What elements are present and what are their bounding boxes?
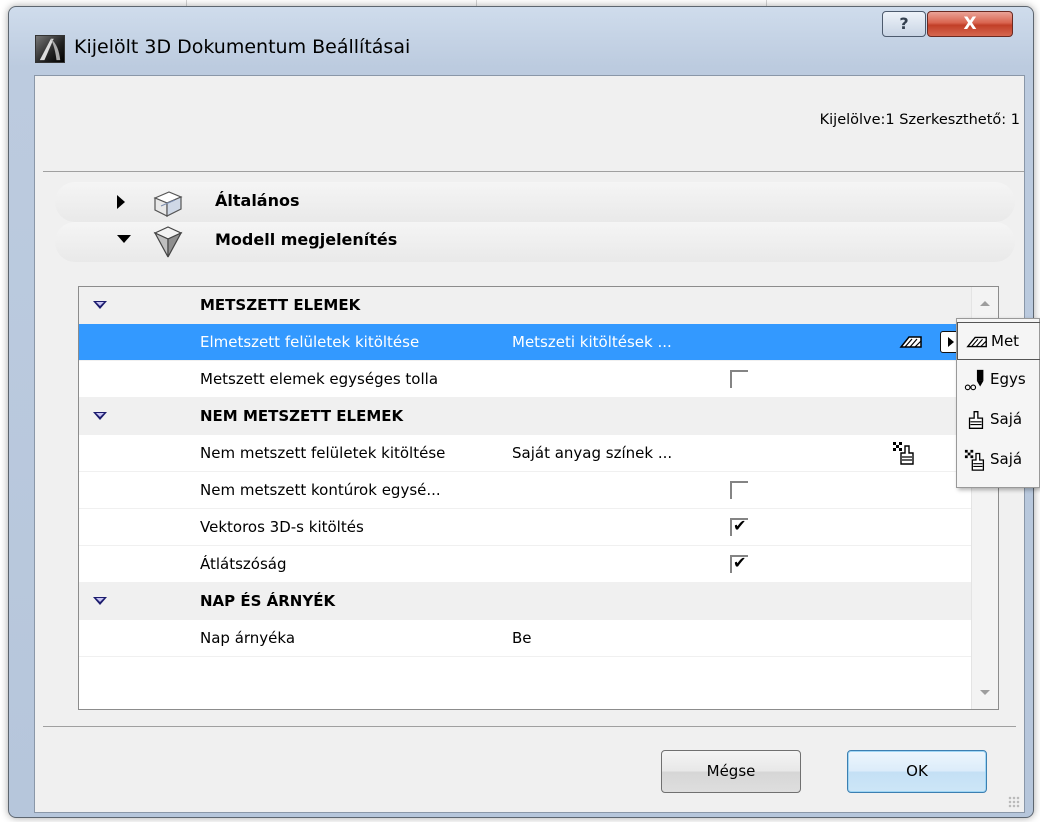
group-collapse-icon[interactable] [93, 301, 107, 309]
own-material-icon [963, 408, 989, 432]
section-general[interactable]: Általános [55, 182, 1015, 222]
archicad-app-icon [35, 35, 65, 63]
cancel-button[interactable]: Mégse [661, 750, 801, 793]
table-row[interactable]: Átlátszóság ✔ [79, 546, 972, 583]
resize-grip-icon[interactable] [1008, 796, 1020, 808]
selection-count-label: Kijelölve:1 Szerkeszthető: 1 [819, 112, 1020, 128]
close-button[interactable]: X [927, 11, 1013, 37]
bottom-separator [43, 726, 1016, 727]
property-name: Nem metszett felületek kitöltése [200, 444, 446, 462]
group-row-uncut-elements[interactable]: NEM METSZETT ELEMEK [79, 398, 972, 435]
settings-table[interactable]: METSZETT ELEMEK Elmetszett felületek kit… [78, 286, 999, 710]
ok-button[interactable]: OK [847, 750, 987, 793]
popup-item-label: Met [991, 332, 1020, 350]
popup-item-own-material[interactable]: Sajá [957, 401, 1040, 439]
group-label: METSZETT ELEMEK [200, 296, 361, 314]
property-name: Metszett elemek egységes tolla [200, 370, 439, 388]
own-material-shaded-icon [963, 448, 989, 472]
group-label: NAP ÉS ÁRNYÉK [200, 592, 336, 610]
table-row[interactable]: Metszett elemek egységes tolla [79, 361, 972, 398]
dialog-content: Kijelölve:1 Szerkeszthető: 1 Általános M… [34, 75, 1025, 813]
section-model-display[interactable]: Modell megjelenítés [55, 222, 1015, 262]
group-row-cut-elements[interactable]: METSZETT ELEMEK [79, 287, 972, 324]
popup-item-label: Sajá [990, 450, 1023, 468]
transparency-checkbox[interactable]: ✔ [730, 553, 748, 573]
model-display-icon [151, 224, 185, 258]
window-title: Kijelölt 3D Dokumentum Beállításai [74, 36, 411, 58]
property-name: Vektoros 3D-s kitöltés [200, 518, 364, 536]
property-name: Nap árnyéka [200, 629, 296, 647]
cut-fill-icon [964, 330, 990, 354]
popup-item-label: Sajá [990, 410, 1023, 428]
own-material-shaded-icon [891, 440, 919, 466]
section-model-display-label: Modell megjelenítés [215, 230, 398, 249]
group-collapse-icon[interactable] [93, 597, 107, 605]
dialog-window: Kijelölt 3D Dokumentum Beállításai ? X K… [8, 6, 1034, 818]
uniform-pen-checkbox[interactable] [730, 370, 748, 388]
vector-3d-fill-checkbox[interactable]: ✔ [730, 516, 748, 536]
table-row[interactable]: Nap árnyéka Be [79, 620, 972, 657]
property-name: Nem metszett kontúrok egysé... [200, 481, 441, 499]
group-collapse-icon[interactable] [93, 412, 107, 420]
fill-mode-popup-menu: Met Egys Sajá Sajá [956, 318, 1040, 488]
uniform-pen-icon [963, 368, 989, 392]
property-value[interactable]: Saját anyag színek ... [512, 444, 672, 462]
checkmark-icon: ✔ [733, 553, 747, 572]
popup-item-own-material-shaded[interactable]: Sajá [957, 441, 1040, 479]
uniform-contour-checkbox[interactable] [730, 481, 748, 499]
property-value[interactable]: Be [512, 629, 532, 647]
table-row[interactable]: Nem metszett felületek kitöltése Saját a… [79, 435, 972, 472]
scroll-down-icon[interactable] [980, 690, 990, 695]
property-value[interactable]: Metszeti kitöltések ... [512, 333, 672, 351]
property-name: Elmetszett felületek kitöltése [200, 333, 420, 351]
scroll-up-icon[interactable] [980, 301, 990, 306]
section-general-label: Általános [215, 191, 300, 210]
popup-item-cut-fills[interactable]: Met [957, 322, 1040, 360]
table-row[interactable]: Nem metszett kontúrok egysé... [79, 472, 972, 509]
group-row-sun-shadow[interactable]: NAP ÉS ÁRNYÉK [79, 583, 972, 620]
table-row[interactable]: Elmetszett felületek kitöltése Metszeti … [79, 324, 972, 361]
popup-item-label: Egys [990, 370, 1026, 388]
group-label: NEM METSZETT ELEMEK [200, 407, 404, 425]
cut-fill-icon [897, 329, 925, 355]
popup-item-uniform-pen[interactable]: Egys [957, 361, 1040, 399]
expanded-arrow-icon[interactable] [117, 235, 131, 243]
collapsed-arrow-icon[interactable] [117, 195, 125, 209]
help-button[interactable]: ? [882, 11, 926, 37]
property-name: Átlátszóság [200, 555, 287, 573]
top-separator [43, 171, 1024, 172]
checkmark-icon: ✔ [733, 516, 747, 535]
general-panel-icon [151, 188, 185, 220]
title-bar[interactable]: Kijelölt 3D Dokumentum Beállításai ? X [9, 7, 1033, 75]
table-row[interactable]: Vektoros 3D-s kitöltés ✔ [79, 509, 972, 546]
